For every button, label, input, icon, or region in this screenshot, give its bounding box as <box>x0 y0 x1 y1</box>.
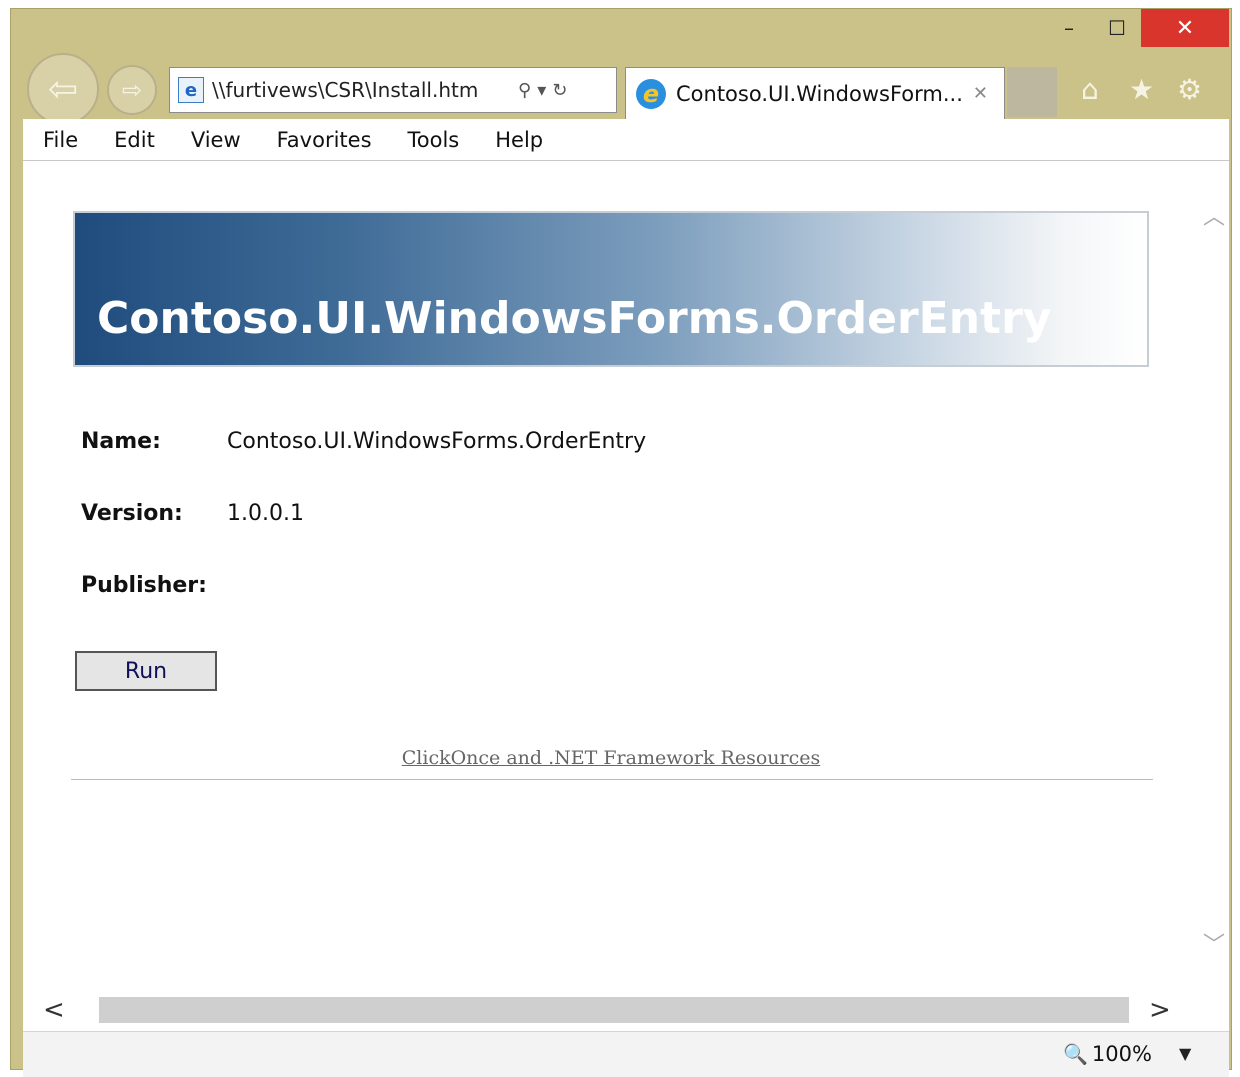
minimize-button[interactable]: – <box>1045 9 1093 47</box>
tab-title: Contoso.UI.WindowsForm... <box>676 81 963 106</box>
name-value: Contoso.UI.WindowsForms.OrderEntry <box>227 429 647 454</box>
ie-logo-icon: e <box>636 78 666 109</box>
new-tab-button[interactable] <box>1007 67 1057 117</box>
status-bar: 🔍 100% ▼ <box>23 1031 1229 1077</box>
zoom-icon: 🔍 <box>1063 1042 1088 1066</box>
zoom-level: 100% <box>1091 1042 1152 1066</box>
address-dropdown-icon[interactable]: ▾ <box>537 80 546 101</box>
title-bar: – ☐ ✕ ⇦ ⇨ e \\furtivews\CSR\Install.htm … <box>11 9 1231 125</box>
settings-gear-icon[interactable]: ⚙ <box>1177 69 1202 109</box>
close-button[interactable]: ✕ <box>1141 9 1229 47</box>
version-label: Version: <box>81 501 183 526</box>
menu-edit[interactable]: Edit <box>94 128 171 152</box>
scroll-down-icon[interactable]: ﹀ <box>1203 927 1225 959</box>
zoom-dropdown-icon[interactable]: ▼ <box>1179 1044 1191 1063</box>
address-input[interactable]: \\furtivews\CSR\Install.htm <box>212 78 512 102</box>
divider <box>71 779 1153 780</box>
tab-close-icon[interactable]: ✕ <box>973 83 988 104</box>
scrollbar-thumb[interactable] <box>99 997 1129 1023</box>
version-value: 1.0.0.1 <box>227 501 304 526</box>
ie-page-icon: e <box>178 77 204 103</box>
page-title: Contoso.UI.WindowsForms.OrderEntry <box>97 293 1052 344</box>
menu-tools[interactable]: Tools <box>388 128 476 152</box>
scroll-right-icon[interactable]: > <box>1149 995 1171 1025</box>
forward-button[interactable]: ⇨ <box>107 65 157 115</box>
forward-arrow-icon: ⇨ <box>121 76 143 104</box>
resources-link[interactable]: ClickOnce and .NET Framework Resources <box>23 747 1199 769</box>
browser-window: – ☐ ✕ ⇦ ⇨ e \\furtivews\CSR\Install.htm … <box>10 8 1232 1077</box>
menu-bar: File Edit View Favorites Tools Help <box>23 119 1229 161</box>
menu-view[interactable]: View <box>171 128 257 152</box>
tab-active[interactable]: e Contoso.UI.WindowsForm... ✕ <box>625 67 1005 119</box>
menu-favorites[interactable]: Favorites <box>257 128 388 152</box>
back-button[interactable]: ⇦ <box>27 53 99 125</box>
run-button[interactable]: Run <box>75 651 217 691</box>
menu-file[interactable]: File <box>23 128 94 152</box>
menu-help[interactable]: Help <box>475 128 559 152</box>
back-arrow-icon: ⇦ <box>47 68 79 110</box>
page-viewport: Contoso.UI.WindowsForms.OrderEntry Name:… <box>23 161 1229 991</box>
zoom-control[interactable]: 🔍 100% <box>1063 1042 1152 1066</box>
search-icon[interactable]: ⚲ <box>518 80 531 101</box>
page-banner: Contoso.UI.WindowsForms.OrderEntry <box>73 211 1149 367</box>
address-bar[interactable]: e \\furtivews\CSR\Install.htm ⚲ ▾ ↻ <box>169 67 617 113</box>
favorites-star-icon[interactable]: ★ <box>1129 69 1154 109</box>
publisher-label: Publisher: <box>81 573 207 598</box>
refresh-icon[interactable]: ↻ <box>552 80 567 101</box>
name-label: Name: <box>81 429 161 454</box>
horizontal-scrollbar[interactable]: < > <box>23 991 1229 1031</box>
home-icon[interactable]: ⌂ <box>1081 69 1099 109</box>
scroll-left-icon[interactable]: < <box>43 995 65 1025</box>
maximize-button[interactable]: ☐ <box>1093 9 1141 47</box>
scroll-up-icon[interactable]: ︿ <box>1203 199 1225 231</box>
